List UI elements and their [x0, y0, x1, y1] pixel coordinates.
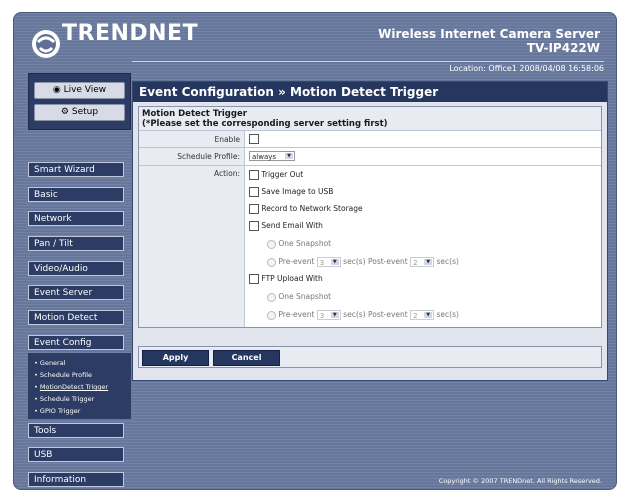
apply-button[interactable]: Apply — [142, 350, 209, 366]
live-view-button[interactable]: ◉ Live View — [34, 82, 125, 99]
trigger-out-checkbox[interactable] — [249, 170, 259, 180]
enable-checkbox[interactable] — [249, 134, 259, 144]
event-config-submenu: • General • Schedule Profile • MotionDet… — [28, 353, 131, 419]
action-row: Action: Trigger Out Save Image to USB Re… — [139, 166, 601, 327]
copyright: Copyright © 2007 TRENDnet. All Rights Re… — [438, 477, 602, 485]
chevron-down-icon: ▼ — [330, 259, 339, 265]
ftp-upload-label: FTP Upload With — [261, 274, 323, 283]
submenu-schedule-trigger[interactable]: • Schedule Trigger — [34, 393, 125, 405]
enable-row: Enable — [139, 131, 601, 148]
nav-basic[interactable]: Basic — [28, 187, 124, 202]
email-one-snapshot-radio[interactable] — [267, 239, 276, 249]
chevron-down-icon: ▼ — [330, 312, 339, 318]
page-frame: TRENDNET Wireless Internet Camera Server… — [13, 12, 617, 490]
brand-name: TRENDNET — [62, 21, 199, 46]
nav-smart-wizard[interactable]: Smart Wizard — [28, 162, 124, 177]
schedule-row: Schedule Profile: always ▼ — [139, 148, 601, 166]
nav-tools[interactable]: Tools — [28, 423, 124, 438]
save-usb-checkbox[interactable] — [249, 187, 259, 197]
email-pre-event-select[interactable]: 3 ▼ — [316, 257, 341, 267]
send-email-checkbox[interactable] — [249, 221, 259, 231]
chevron-down-icon: ▼ — [424, 312, 433, 318]
ftp-pre-event-select[interactable]: 3 ▼ — [316, 310, 341, 320]
submenu-motiondetect-trigger[interactable]: • MotionDetect Trigger — [34, 381, 125, 393]
ftp-one-snapshot-radio[interactable] — [267, 292, 276, 302]
nav-information[interactable]: Information — [28, 472, 124, 487]
product-line: Wireless Internet Camera Server — [378, 27, 600, 41]
product-model: TV-IP422W — [526, 41, 600, 55]
submenu-schedule-profile[interactable]: • Schedule Profile — [34, 369, 125, 381]
button-bar: Apply Cancel — [138, 346, 602, 368]
location-timestamp: Location: Office1 2008/04/08 16:58:06 — [449, 64, 604, 73]
main-panel: Event Configuration » Motion Detect Trig… — [132, 81, 608, 381]
save-usb-label: Save Image to USB — [261, 187, 334, 196]
nav-network[interactable]: Network — [28, 211, 124, 226]
ftp-pre-event-radio[interactable] — [267, 310, 276, 320]
nav-video-audio[interactable]: Video/Audio — [28, 261, 124, 276]
nav-event-config[interactable]: Event Config — [28, 335, 124, 350]
motion-trigger-form: Motion Detect Trigger (*Please set the c… — [138, 106, 602, 328]
eye-icon: ◉ — [52, 85, 61, 95]
email-pre-event-radio[interactable] — [267, 257, 276, 267]
header-divider — [132, 61, 604, 62]
nav-usb[interactable]: USB — [28, 447, 124, 462]
action-label: Action: — [139, 166, 245, 327]
ftp-upload-checkbox[interactable] — [249, 274, 259, 284]
section-note: (*Please set the corresponding server se… — [142, 119, 388, 129]
product-title: Wireless Internet Camera Server TV-IP422… — [378, 27, 600, 55]
enable-label: Enable — [139, 131, 245, 147]
record-storage-checkbox[interactable] — [249, 204, 259, 214]
left-panel: ◉ Live View ⚙ Setup Smart Wizard Basic N… — [28, 73, 131, 491]
cancel-button[interactable]: Cancel — [213, 350, 280, 366]
chevron-down-icon: ▼ — [285, 153, 293, 159]
email-one-snapshot-label: One Snapshot — [278, 239, 332, 248]
view-box: ◉ Live View ⚙ Setup — [28, 73, 131, 130]
ftp-post-event-select[interactable]: 2 ▼ — [410, 310, 435, 320]
schedule-select[interactable]: always ▼ — [249, 151, 295, 161]
ftp-one-snapshot-label: One Snapshot — [278, 292, 332, 301]
nav-pan-tilt[interactable]: Pan / Tilt — [28, 236, 124, 251]
section-title: Motion Detect Trigger — [142, 109, 247, 119]
schedule-label: Schedule Profile: — [139, 148, 245, 165]
nav-event-server[interactable]: Event Server — [28, 285, 124, 300]
submenu-general[interactable]: • General — [34, 357, 125, 369]
page-title: Event Configuration » Motion Detect Trig… — [133, 82, 607, 102]
trigger-out-label: Trigger Out — [261, 170, 304, 179]
setup-button[interactable]: ⚙ Setup — [34, 104, 125, 121]
submenu-gpio-trigger[interactable]: • GPIO Trigger — [34, 405, 125, 417]
email-post-event-select[interactable]: 2 ▼ — [410, 257, 435, 267]
gear-icon: ⚙ — [60, 107, 69, 117]
chevron-down-icon: ▼ — [424, 259, 433, 265]
send-email-label: Send Email With — [261, 221, 323, 230]
record-storage-label: Record to Network Storage — [261, 204, 363, 213]
nav-motion-detect[interactable]: Motion Detect — [28, 310, 124, 325]
form-header: Motion Detect Trigger (*Please set the c… — [139, 107, 601, 131]
